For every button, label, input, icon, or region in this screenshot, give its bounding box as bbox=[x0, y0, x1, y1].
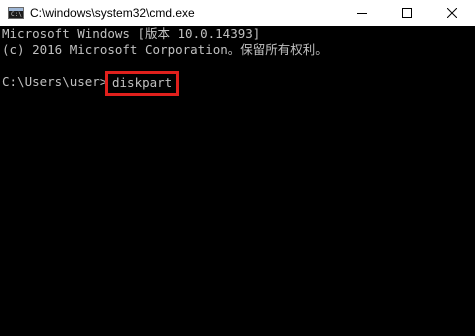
maximize-icon bbox=[402, 8, 412, 18]
close-icon bbox=[447, 8, 457, 18]
minimize-icon bbox=[357, 13, 367, 14]
console-line-copyright: (c) 2016 Microsoft Corporation。保留所有权利。 bbox=[2, 42, 328, 57]
console-prompt: C:\Users\user> bbox=[2, 74, 108, 89]
title-bar[interactable]: C:\ C:\windows\system32\cmd.exe bbox=[0, 0, 475, 26]
command-input-highlight[interactable]: diskpart bbox=[105, 71, 180, 96]
cmd-window: C:\ C:\windows\system32\cmd.exe Microsof… bbox=[0, 0, 475, 336]
close-button[interactable] bbox=[429, 0, 475, 26]
window-title: C:\windows\system32\cmd.exe bbox=[30, 6, 195, 20]
console-line-version: Microsoft Windows [版本 10.0.14393] bbox=[2, 26, 261, 41]
cmd-app-icon[interactable]: C:\ bbox=[8, 7, 24, 19]
minimize-button[interactable] bbox=[339, 0, 385, 26]
maximize-button[interactable] bbox=[384, 0, 430, 26]
console-output[interactable]: Microsoft Windows [版本 10.0.14393] (c) 20… bbox=[0, 26, 475, 336]
